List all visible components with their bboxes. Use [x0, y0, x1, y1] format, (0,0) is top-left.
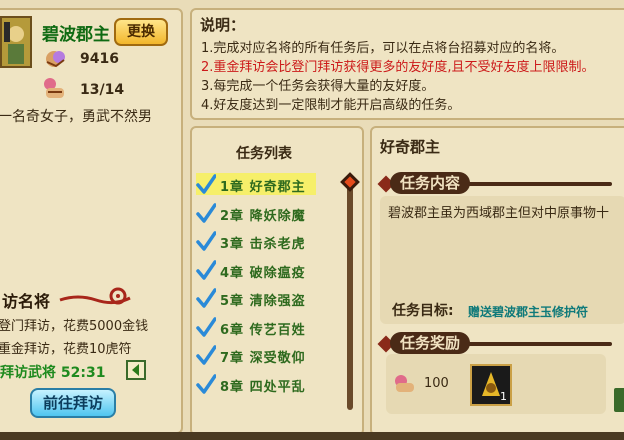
scrollbar-thumb[interactable] — [340, 172, 360, 192]
checkmark-icon — [196, 202, 217, 224]
task-item-label: 4章 破除瘟疫 — [220, 265, 306, 281]
task-item[interactable]: 1章 好奇郡主 — [196, 173, 316, 195]
task-item[interactable]: 6章 传艺百姓 — [196, 316, 316, 338]
content-header-label: 任务内容 — [390, 172, 471, 194]
next-button[interactable] — [614, 388, 624, 412]
friendship-reward-icon — [392, 372, 418, 394]
notes-title: 说明： — [200, 16, 246, 34]
task-item-label: 6章 传艺百姓 — [220, 322, 306, 338]
friendship-icon — [42, 74, 68, 100]
checkmark-icon — [196, 316, 217, 338]
content-header: 任务内容 — [377, 172, 612, 196]
timer-arrow-button[interactable] — [126, 360, 146, 380]
checkmark-icon — [196, 230, 217, 252]
checkmark-icon — [196, 173, 217, 195]
friendship-value: 13/14 — [80, 82, 125, 98]
character-name: 碧波郡主 — [42, 25, 110, 45]
task-goal-value[interactable]: 赠送碧波郡主玉修护符 — [468, 303, 588, 320]
task-item[interactable]: 4章 破除瘟疫 — [196, 259, 316, 281]
character-description: 一名奇女子，勇武不然男 — [0, 109, 152, 125]
checkmark-icon — [196, 344, 217, 366]
visit-title: 访名将 — [2, 292, 51, 311]
character-portrait — [0, 16, 32, 68]
scrollbar-track[interactable] — [347, 178, 353, 410]
task-detail-title: 好奇郡主 — [380, 138, 441, 156]
checkmark-icon — [196, 259, 217, 281]
task-list-title: 任务列表 — [236, 146, 292, 162]
visit-timer: 拜访武将 52:31 — [0, 365, 106, 381]
gold-visit-text[interactable]: 重金拜访，花费10虎符 — [0, 338, 132, 357]
scroll-diamond-icon — [340, 172, 360, 192]
task-item-label: 8章 四处平乱 — [220, 379, 306, 395]
note-line-2: 2.重金拜访会比登门拜访获得更多的友好度,且不受好友度上限限制。 — [201, 60, 595, 75]
portrait-image — [2, 18, 30, 66]
reward-item-slot[interactable]: 1 — [470, 364, 512, 406]
task-item-label: 5章 清除强盗 — [220, 294, 306, 309]
reputation-icon — [44, 48, 68, 70]
task-content-text: 碧波郡主虽为西域郡主但对中原事物十 — [388, 206, 610, 221]
checkmark-icon — [196, 373, 217, 395]
reputation-value: 9416 — [80, 51, 119, 67]
task-item[interactable]: 8章 四处平乱 — [196, 373, 316, 395]
checkmark-icon — [196, 287, 217, 309]
task-item-label: 7章 深受敬仰 — [220, 351, 306, 366]
task-item-label: 3章 击杀老虎 — [220, 237, 306, 252]
reward-header-label: 任务奖励 — [390, 332, 471, 354]
task-item[interactable]: 2章 降妖除魔 — [196, 202, 316, 224]
task-item[interactable]: 7章 深受敬仰 — [196, 344, 316, 366]
note-line-3: 3.每完成一个任务会获得大量的友好度。 — [201, 79, 435, 94]
left-arrow-icon — [132, 364, 139, 376]
task-item-label: 2章 降妖除魔 — [220, 208, 306, 224]
bottom-bar — [0, 432, 624, 440]
reward-amount: 100 — [424, 376, 449, 391]
task-item[interactable]: 3章 击杀老虎 — [196, 230, 316, 252]
go-visit-button[interactable]: 前往拜访 — [30, 388, 116, 418]
change-button[interactable]: 更换 — [114, 18, 168, 46]
door-visit-text[interactable]: 登门拜访，花费5000金钱 — [0, 315, 148, 334]
note-line-4: 4.好友度达到一定限制才能开启高级的任务。 — [201, 98, 461, 113]
task-item-label: 1章 好奇郡主 — [220, 180, 306, 195]
task-goal-label: 任务目标: — [392, 303, 454, 319]
task-item[interactable]: 5章 清除强盗 — [196, 287, 316, 309]
note-line-1: 1.完成对应名将的所有任务后，可以在点将台招募对应的名将。 — [201, 41, 565, 56]
reward-item-count: 1 — [500, 390, 507, 403]
reward-header: 任务奖励 — [377, 332, 612, 356]
cloud-ornament-icon — [58, 286, 134, 310]
